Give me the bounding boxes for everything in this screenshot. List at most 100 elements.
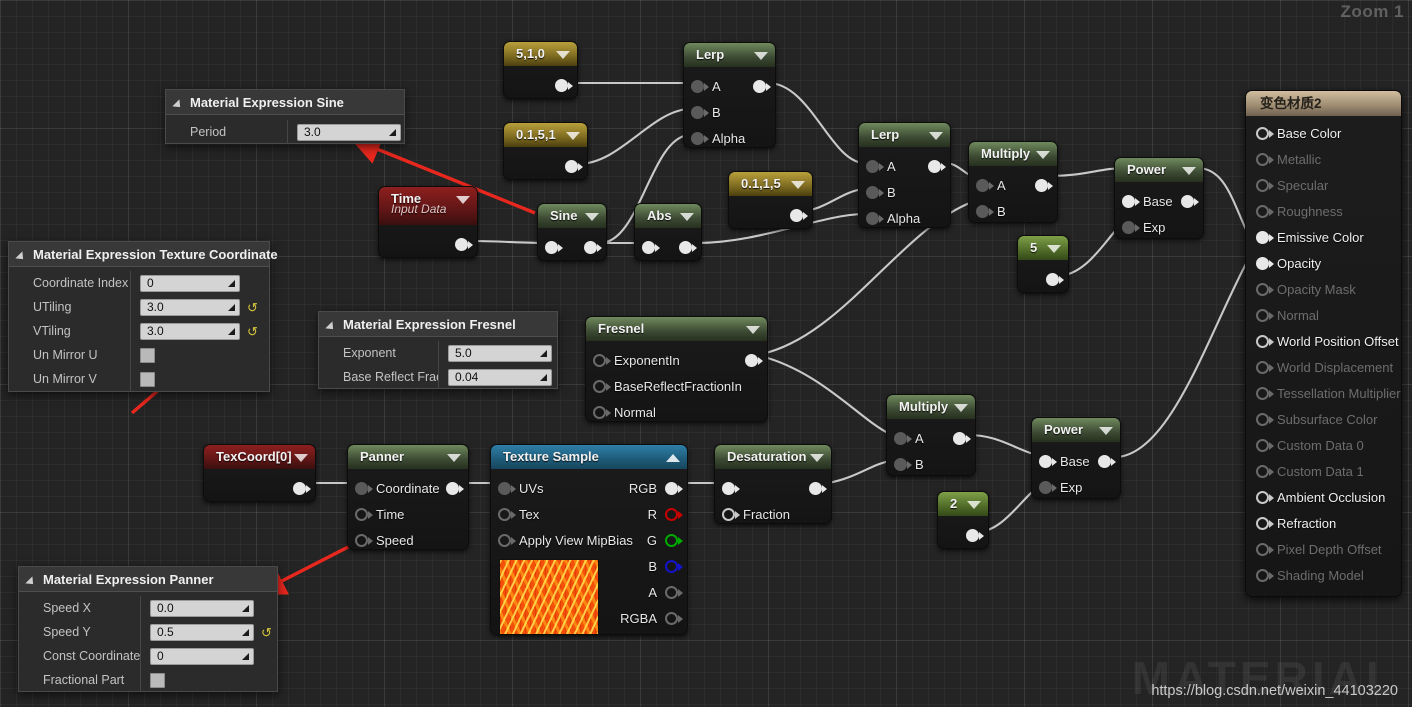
panel-row-value[interactable]: 0 <box>131 274 240 292</box>
output-row-g[interactable]: G <box>620 527 687 553</box>
chevron-down-icon[interactable] <box>447 454 461 462</box>
material-output-pin[interactable]: Tessellation Multiplier <box>1246 380 1401 406</box>
output-pin[interactable] <box>665 611 683 625</box>
panel-row[interactable]: Period 3.0 <box>166 120 404 144</box>
input-pin[interactable] <box>1256 230 1274 244</box>
node-multiply-top[interactable]: Multiply A B <box>968 141 1058 223</box>
material-output-pin[interactable]: Base Color <box>1246 120 1401 146</box>
input-pin[interactable] <box>1256 542 1274 556</box>
chevron-down-icon[interactable] <box>680 213 694 221</box>
node-power-top[interactable]: Power Base Exp <box>1114 157 1204 239</box>
output-pin[interactable] <box>565 159 583 173</box>
chevron-down-icon[interactable] <box>1047 245 1061 253</box>
input-pin[interactable] <box>976 204 994 218</box>
chevron-down-icon[interactable] <box>566 132 580 140</box>
output-row-b[interactable]: B <box>620 553 687 579</box>
node-constant-5-1-0[interactable]: 5,1,0 <box>503 41 578 99</box>
material-graph-canvas[interactable]: 5,1,0 0.1,5,1 0.1,1,5 5 2 Lerp A B Alpha… <box>0 0 1412 707</box>
panel-row-value[interactable] <box>131 371 155 387</box>
node-panner[interactable]: Panner Coordinate Time Speed <box>347 444 469 550</box>
panel-row[interactable]: Const Coordinate 0 <box>19 644 277 668</box>
output-pin[interactable] <box>953 431 971 445</box>
input-pin[interactable] <box>722 507 740 521</box>
panel-row-value[interactable]: 0 <box>141 647 254 665</box>
input-pin[interactable] <box>866 211 884 225</box>
input-row-b[interactable]: B <box>969 198 1035 222</box>
chevron-down-icon[interactable] <box>1036 151 1050 159</box>
panel-material-expression-texture-coordinate[interactable]: Material Expression Texture Coordinate C… <box>8 241 278 392</box>
panel-material-expression-fresnel[interactable]: Material Expression Fresnel Exponent 5.0 B… <box>318 311 558 389</box>
material-output-pin[interactable]: Roughness <box>1246 198 1401 224</box>
input-pin[interactable] <box>1256 282 1274 296</box>
node-multiply-bottom[interactable]: Multiply A B <box>886 394 976 476</box>
input-row-exponentin[interactable]: ExponentIn <box>586 347 767 373</box>
material-output-pin[interactable]: Ambient Occlusion <box>1246 484 1401 510</box>
output-pin[interactable] <box>293 481 311 495</box>
value-field[interactable]: 3.0 <box>140 322 240 340</box>
input-pin[interactable] <box>894 431 912 445</box>
input-pin[interactable] <box>1256 204 1274 218</box>
node-time[interactable]: Time Input Data <box>378 186 478 258</box>
input-pin[interactable] <box>1256 464 1274 478</box>
output-pin[interactable] <box>966 528 984 542</box>
input-row-b[interactable]: B <box>887 451 953 475</box>
output-row-rgb[interactable]: RGB <box>620 475 687 501</box>
chevron-down-icon[interactable] <box>456 196 470 204</box>
output-pin[interactable] <box>446 481 464 495</box>
material-output-pin[interactable]: Specular <box>1246 172 1401 198</box>
input-pin[interactable] <box>1256 412 1274 426</box>
input-row-base[interactable]: Base <box>1115 188 1181 214</box>
checkbox[interactable] <box>140 371 155 387</box>
input-pin[interactable] <box>691 131 709 145</box>
output-pin[interactable] <box>745 353 763 367</box>
input-row-a[interactable]: A <box>684 73 753 99</box>
output-pin[interactable] <box>790 208 808 222</box>
input-row-a[interactable]: A <box>859 153 928 179</box>
input-pin[interactable] <box>545 240 563 254</box>
input-pin[interactable] <box>1256 256 1274 270</box>
input-pin[interactable] <box>1122 220 1140 234</box>
panel-row[interactable]: Coordinate Index 0 <box>9 271 269 295</box>
revert-icon[interactable]: ↺ <box>261 626 272 639</box>
input-pin[interactable] <box>593 379 611 393</box>
value-field[interactable]: 3.0 <box>140 298 240 316</box>
revert-icon[interactable]: ↺ <box>247 301 258 314</box>
chevron-down-icon[interactable] <box>585 213 599 221</box>
spinner-icon[interactable] <box>537 372 548 384</box>
input-row-a[interactable]: A <box>969 172 1035 198</box>
input-pin[interactable] <box>1256 438 1274 452</box>
spinner-icon[interactable] <box>225 326 236 338</box>
chevron-down-icon[interactable] <box>294 454 308 462</box>
material-output-pin[interactable]: Emissive Color <box>1246 224 1401 250</box>
panel-row-value[interactable]: 0.5 ↺ <box>141 623 272 641</box>
input-pin[interactable] <box>866 185 884 199</box>
chevron-down-icon[interactable] <box>1182 167 1196 175</box>
input-pin[interactable] <box>722 481 740 495</box>
panel-row-value[interactable]: 0.0 <box>141 599 254 617</box>
input-pin[interactable] <box>1256 126 1274 140</box>
output-row-rgba[interactable]: RGBA <box>620 605 687 631</box>
output-pin[interactable] <box>928 159 946 173</box>
chevron-down-icon[interactable] <box>967 501 981 509</box>
node-abs[interactable]: Abs <box>634 203 702 261</box>
material-output-pin[interactable]: Refraction <box>1246 510 1401 536</box>
input-pin[interactable] <box>1256 152 1274 166</box>
value-field[interactable]: 0 <box>140 274 240 292</box>
output-pin[interactable] <box>809 481 827 495</box>
node-constant-0-1-5-1[interactable]: 0.1,5,1 <box>503 122 588 180</box>
material-output-pin[interactable]: Opacity Mask <box>1246 276 1401 302</box>
input-pin[interactable] <box>894 457 912 471</box>
material-output-pin[interactable]: Pixel Depth Offset <box>1246 536 1401 562</box>
input-pin[interactable] <box>1256 334 1274 348</box>
input-pin[interactable] <box>691 105 709 119</box>
output-pin[interactable] <box>665 507 683 521</box>
value-field[interactable]: 0 <box>150 647 254 665</box>
panel-row[interactable]: VTiling 3.0 ↺ <box>9 319 269 343</box>
node-constant-0-1-1-5[interactable]: 0.1,1,5 <box>728 171 813 229</box>
material-output-pin[interactable]: Shading Model <box>1246 562 1401 588</box>
chevron-up-icon[interactable] <box>666 454 680 462</box>
spinner-icon[interactable] <box>239 603 250 615</box>
input-row-normal[interactable]: Normal <box>586 399 767 421</box>
input-pin[interactable] <box>1122 194 1140 208</box>
chevron-down-icon[interactable] <box>791 181 805 189</box>
